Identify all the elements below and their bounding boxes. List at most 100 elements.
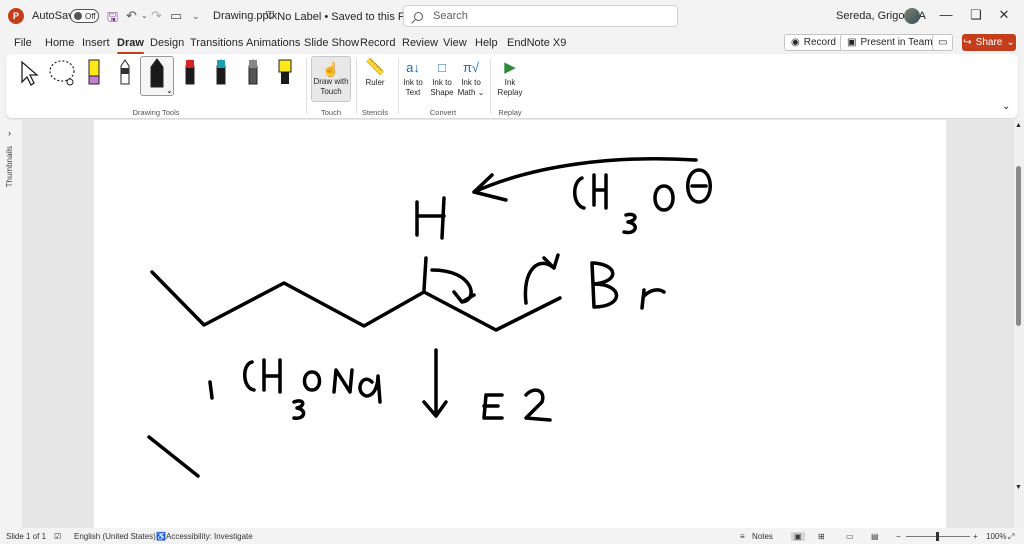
ink-to-text-label-1: Ink to [403, 78, 423, 87]
ink-curved-arrow-1 [430, 268, 476, 304]
thumbnails-label: Thumbnails [5, 146, 14, 188]
powerpoint-logo-icon: P [8, 8, 24, 24]
ink-curved-arrow-2 [523, 253, 560, 305]
notes-icon[interactable]: ≡ [740, 532, 745, 541]
autosave-toggle[interactable]: Off [70, 9, 99, 23]
slide-sorter-icon[interactable]: ⊞ [818, 532, 825, 541]
status-bar: Slide 1 of 1 ☑ English (United States) ♿… [0, 528, 1024, 544]
select-arrow-icon[interactable] [18, 60, 42, 88]
tab-draw[interactable]: Draw [117, 37, 144, 54]
customize-toolbar-icon[interactable]: ⌄ [192, 11, 200, 22]
language-indicator[interactable]: English (United States) [74, 532, 156, 541]
tab-home[interactable]: Home [45, 37, 74, 49]
ink-lower-stroke [147, 435, 200, 478]
zoom-slider[interactable] [906, 532, 970, 541]
zoom-out-icon[interactable]: − [896, 532, 901, 541]
pen-5-icon[interactable] [213, 58, 229, 88]
touch-hand-icon: ☝ [322, 61, 340, 77]
tab-endnote[interactable]: EndNote X9 [507, 37, 566, 49]
ink-to-math-button[interactable]: π√ Ink to Math ⌄ [456, 58, 486, 98]
ink-replay-button[interactable]: ▶ Ink Replay [495, 58, 525, 98]
tab-insert[interactable]: Insert [82, 37, 110, 49]
sensitivity-label-status[interactable]: ⛉ No Label • Saved to this PC ⌄ [266, 10, 425, 23]
vertical-scrollbar[interactable]: ▲ ▼ [1014, 120, 1024, 528]
share-button[interactable]: ↪ Share ⌄ [962, 34, 1016, 51]
ribbon-separator [306, 58, 307, 114]
accessibility-status[interactable]: Accessibility: Investigate [166, 532, 253, 541]
group-label-touch: Touch [320, 108, 341, 117]
draw-with-touch-button[interactable]: ☝ Draw with Touch [311, 56, 351, 102]
slide-canvas[interactable] [94, 120, 946, 528]
scroll-thumb[interactable] [1016, 166, 1021, 326]
ink-replay-label-2: Replay [497, 88, 523, 97]
scroll-down-icon[interactable]: ▼ [1015, 484, 1022, 491]
expand-thumbnails-icon[interactable]: › [8, 128, 11, 138]
ink-letter-h [415, 196, 446, 240]
normal-view-icon[interactable]: ▣ [791, 532, 805, 541]
ink-down-arrow [422, 348, 448, 418]
search-box[interactable]: Search [403, 5, 678, 27]
present-from-start-icon[interactable]: ▭ [170, 8, 182, 24]
ruler-button[interactable]: 📏 Ruler [360, 58, 390, 88]
ruler-label: Ruler [365, 78, 385, 87]
highlighter-icon[interactable] [276, 58, 294, 88]
tab-help[interactable]: Help [475, 37, 498, 49]
comments-button[interactable]: ▭ [932, 34, 954, 51]
record-icon: ◉ [791, 37, 800, 48]
restore-icon[interactable]: ❏ [966, 7, 986, 23]
zoom-in-icon[interactable]: + [973, 532, 978, 541]
zoom-slider-thumb[interactable] [936, 532, 939, 541]
pen-6-icon[interactable] [245, 58, 261, 88]
reading-view-icon[interactable]: ▭ [846, 532, 854, 541]
ink-h-bond [422, 256, 428, 292]
pen-3-icon: ⌄ [150, 58, 173, 95]
minimize-icon[interactable]: — [936, 7, 956, 22]
save-icon[interactable]: 🖫 [107, 8, 118, 30]
tab-file[interactable]: File [14, 37, 32, 49]
lasso-select-icon[interactable] [46, 58, 78, 88]
ink-to-math-label-2: Math ⌄ [457, 88, 485, 97]
ink-to-math-icon: π√ [462, 60, 480, 75]
close-icon[interactable]: ✕ [994, 7, 1014, 23]
ink-br [590, 261, 666, 310]
tab-review[interactable]: Review [402, 37, 438, 49]
collapse-ribbon-icon[interactable]: ⌄ [1002, 102, 1010, 112]
zoom-level[interactable]: 100% [986, 532, 1006, 541]
pen-2-icon[interactable] [117, 58, 133, 88]
ink-reagent [208, 358, 382, 420]
shield-icon: ⛉ [266, 10, 275, 22]
tab-transitions[interactable]: Transitions [190, 37, 243, 49]
pen-3-selected[interactable]: ⌄ [140, 56, 174, 96]
slide-show-icon[interactable]: ▤ [871, 532, 879, 541]
ink-to-shape-button[interactable]: □ Ink to Shape [429, 58, 455, 98]
undo-icon[interactable]: ↶ [126, 8, 137, 24]
ink-to-text-label-2: Text [405, 88, 421, 97]
present-in-teams-button[interactable]: ▣ Present in Teams [840, 34, 945, 51]
pen-4-icon[interactable] [182, 58, 198, 88]
tab-animations[interactable]: Animations [246, 37, 300, 49]
tab-design[interactable]: Design [150, 37, 184, 49]
redo-icon[interactable]: ↷ [151, 8, 162, 24]
accessibility-icon[interactable]: ♿ [156, 532, 166, 541]
ink-to-text-button[interactable]: a↓ Ink to Text [400, 58, 426, 98]
scroll-up-icon[interactable]: ▲ [1015, 122, 1022, 129]
pen-1-icon[interactable] [86, 58, 102, 88]
ruler-icon: 📏 [365, 59, 385, 76]
tab-record[interactable]: Record [360, 37, 395, 49]
spelling-check-icon[interactable]: ☑ [54, 532, 61, 541]
notes-button[interactable]: Notes [752, 532, 773, 541]
draw-with-touch-label-1: Draw with [313, 77, 349, 86]
avatar[interactable] [904, 8, 920, 24]
undo-dropdown-icon[interactable]: ⌄ [141, 11, 148, 20]
search-icon [414, 11, 423, 21]
group-label-stencils: Stencils [361, 108, 389, 117]
tab-view[interactable]: View [443, 37, 467, 49]
record-button[interactable]: ◉ Record [784, 34, 843, 51]
tab-slide-show[interactable]: Slide Show [304, 37, 359, 49]
draw-with-touch-label-2: Touch [320, 87, 342, 96]
group-label-convert: Convert [429, 108, 457, 117]
ink-ch3o-top [573, 168, 712, 235]
ink-arrow-top [472, 157, 698, 202]
search-placeholder: Search [433, 10, 468, 22]
fit-to-window-icon[interactable]: ⤢ [1008, 532, 1014, 542]
